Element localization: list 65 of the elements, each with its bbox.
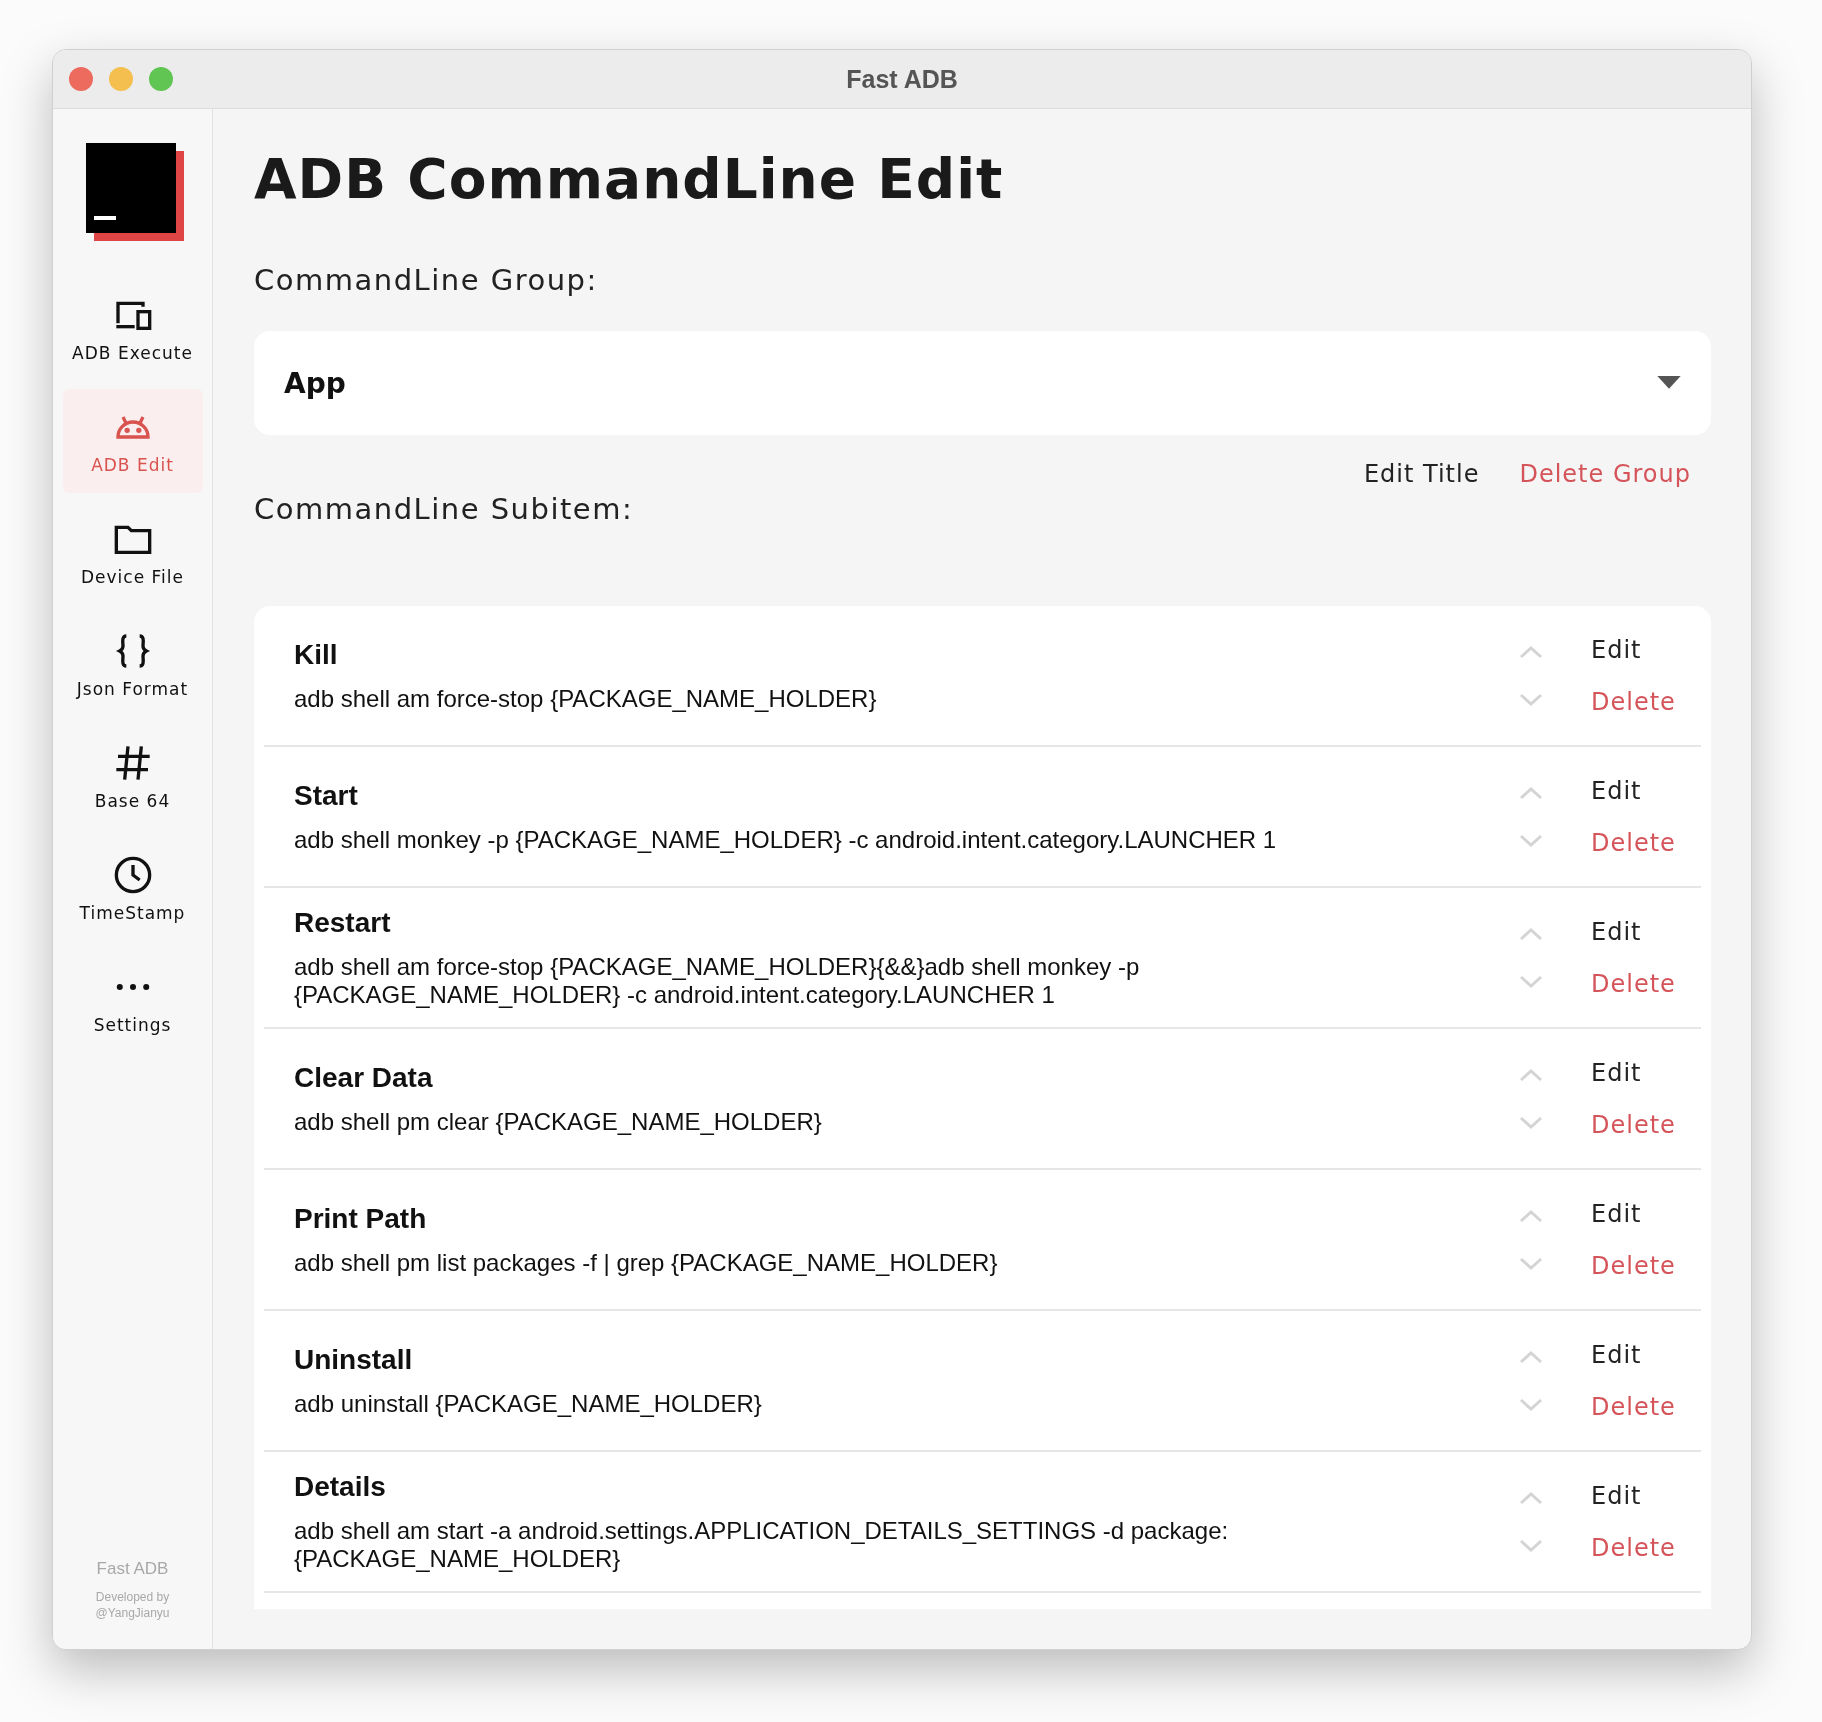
edit-button[interactable]: Edit [1591,1340,1642,1369]
move-down-icon[interactable] [1519,1115,1543,1130]
move-up-icon[interactable] [1519,1067,1543,1082]
terminal-logo-icon [85,143,184,241]
caret-icon [1657,376,1681,390]
delete-button[interactable]: Delete [1591,687,1676,716]
command-text: adb shell am start -a android.settings.APPLICATION_DETAILS_SETTINGS -d package: {PACKAGE_NAME_HOLDER} [294,1516,1230,1573]
command-text: adb uninstall {PACKAGE_NAME_HOLDER} [294,1389,763,1418]
footer-app-name: Fast ADB [96,1559,169,1579]
page-title: ADB CommandLine Edit [254,147,1005,211]
clock-icon [112,855,153,895]
command-name: Restart [294,906,392,939]
sidebar-item[interactable]: Device File [62,501,203,605]
sidebar-item[interactable]: Settings [62,949,203,1053]
command-name: Uninstall [294,1343,414,1376]
edit-title-button[interactable]: Edit Title [1363,460,1480,488]
move-up-icon[interactable] [1519,1208,1543,1223]
minimize-button[interactable] [109,67,133,91]
command-text: adb shell monkey -p {PACKAGE_NAME_HOLDER} -c android.intent.category.LAUNCHER 1 [294,825,1278,854]
command-text: adb shell am force-stop {PACKAGE_NAME_HOLDER}{&&}adb shell monkey -p {PACKAGE_NAME_HOLDER} -c android.intent.category.LAUNCHER 1 [294,952,1141,1009]
command-name: Details [294,1470,387,1503]
footer-credit: Developed by @YangJianyu [94,1589,171,1621]
sidebar-item[interactable]: TimeStamp [62,837,203,941]
command-name: Start [294,779,359,812]
move-up-icon[interactable] [1519,1490,1543,1505]
move-up-icon[interactable] [1519,785,1543,800]
command-name: Clear Data [294,1061,434,1094]
move-up-icon[interactable] [1519,644,1543,659]
move-up-icon[interactable] [1519,1349,1543,1364]
command-text: adb shell am force-stop {PACKAGE_NAME_HOLDER} [294,684,878,713]
delete-button[interactable]: Delete [1591,1110,1676,1139]
sidebar-item[interactable]: Json Format [62,613,203,717]
delete-button[interactable]: Delete [1591,1392,1676,1421]
zoom-button[interactable] [149,67,173,91]
edit-button[interactable]: Edit [1591,1058,1642,1087]
move-down-icon[interactable] [1519,833,1543,848]
delete-button[interactable]: Delete [1591,1533,1676,1562]
group-label: CommandLine Group: [254,263,599,297]
edit-button[interactable]: Edit [1591,776,1642,805]
move-down-icon[interactable] [1519,1538,1543,1553]
close-button[interactable] [69,67,93,91]
delete-button[interactable]: Delete [1591,1251,1676,1280]
move-down-icon[interactable] [1519,1397,1543,1412]
edit-button[interactable]: Edit [1591,1481,1642,1510]
command-name: Print Path [294,1202,428,1235]
move-down-icon[interactable] [1519,1256,1543,1271]
sidebar-item[interactable]: Base 64 [62,725,203,829]
group-dropdown[interactable]: App [254,331,1711,435]
more-icon [115,983,150,991]
move-down-icon[interactable] [1519,692,1543,707]
delete-button[interactable]: Delete [1591,969,1676,998]
edit-button[interactable]: Edit [1591,635,1642,664]
delete-button[interactable]: Delete [1591,828,1676,857]
window-title: Fast ADB [846,64,958,94]
command-text: adb shell pm list packages -f | grep {PACKAGE_NAME_HOLDER} [294,1248,999,1277]
sidebar-item[interactable]: ADB Execute [62,277,203,381]
command-text: adb shell pm clear {PACKAGE_NAME_HOLDER} [294,1107,823,1136]
command-name: Kill [294,638,339,671]
sidebar-item[interactable]: ADB Edit [62,389,203,493]
edit-button[interactable]: Edit [1591,917,1642,946]
subitem-label: CommandLine Subitem: [254,492,635,526]
edit-button[interactable]: Edit [1591,1199,1642,1228]
move-down-icon[interactable] [1519,974,1543,989]
move-up-icon[interactable] [1519,926,1543,941]
delete-group-button[interactable]: Delete Group [1519,460,1691,488]
